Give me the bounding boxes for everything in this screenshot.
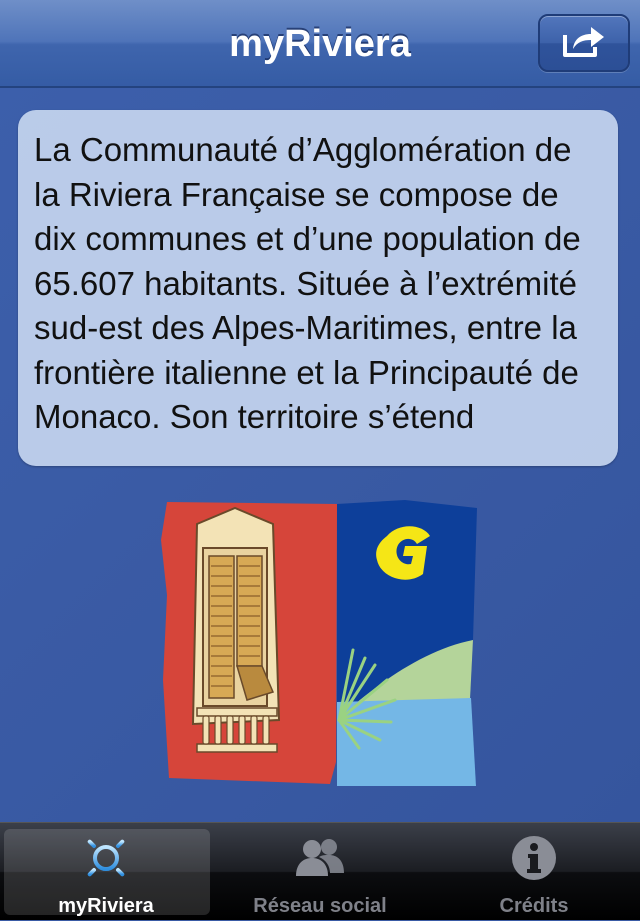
users-icon [292,836,348,885]
info-icon [509,833,559,888]
share-button[interactable] [538,14,630,72]
description-text: La Communauté d’Agglomération de la Rivi… [34,131,581,435]
sun-icon [80,832,132,889]
tab-label: myRiviera [58,895,154,917]
tab-bar: myRiviera Réseau social Crédits [0,822,640,920]
tab-label: Crédits [499,895,569,917]
tab-myriviera[interactable]: myRiviera [0,823,212,921]
riviera-logo [155,500,480,790]
tab-reseau-social[interactable]: Réseau social [214,823,426,921]
content-area: La Communauté d’Agglomération de la Rivi… [0,88,640,822]
tab-label: Réseau social [253,895,387,917]
description-card[interactable]: La Communauté d’Agglomération de la Rivi… [18,110,618,466]
share-icon [559,21,609,66]
navigation-bar: myRiviera [0,0,640,88]
tab-credits[interactable]: Crédits [428,823,640,921]
